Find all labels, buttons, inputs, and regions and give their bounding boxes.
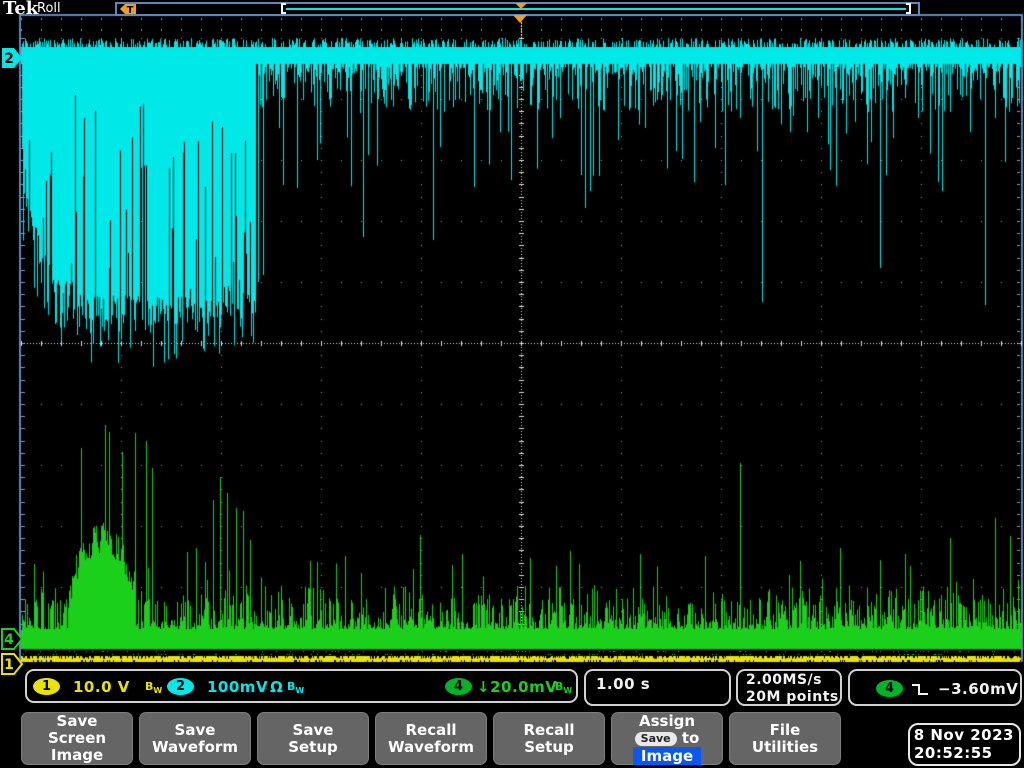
sample-rate: 2.00MS/s	[746, 672, 823, 688]
datetime-box: 8 Nov 2023 20:52:55	[908, 723, 1021, 766]
acquisition-mode-label: Roll	[37, 1, 61, 16]
svg-text:2: 2	[4, 51, 14, 67]
channel4-bandwidth-icon: BW	[555, 680, 573, 696]
trigger-box[interactable]: 4 −3.60mV	[848, 669, 1022, 706]
menu-button-recall-waveform[interactable]: Recall Waveform	[375, 712, 487, 765]
falling-edge-icon	[912, 684, 928, 695]
assign-target-highlight: Image	[632, 746, 702, 765]
record-window-line	[286, 8, 906, 10]
record-view-bar[interactable]: T	[115, 2, 920, 16]
time-label: 20:52:55	[914, 744, 993, 762]
oscilloscope-screen: Tek Roll T 2 4 1 1 10.0 V BW 2 100mV Ω B…	[0, 0, 1024, 768]
acquisition-box[interactable]: 2.00MS/s 20M points	[736, 669, 842, 706]
channel-readouts-box: 1 10.0 V BW 2 100mV Ω BW 4 ↓20.0mV BW	[25, 669, 578, 703]
menu-button-file-utilities[interactable]: File Utilities	[729, 712, 841, 765]
date-label: 8 Nov 2023	[913, 726, 1014, 744]
timebase-value: 1.00 s	[596, 675, 651, 693]
channel1-bandwidth-icon: BW	[145, 680, 163, 696]
channel2-badge[interactable]: 2	[167, 678, 194, 695]
record-window-right-bracket[interactable]	[906, 3, 911, 14]
channel4-badge[interactable]: 4	[445, 678, 472, 695]
channel2-bandwidth-icon: BW	[287, 680, 305, 696]
waveform-display	[0, 0, 1024, 768]
trigger-t-letter: T	[127, 5, 134, 14]
trigger-t-flag-icon: T	[120, 4, 136, 14]
trigger-source-badge: 4	[876, 680, 903, 697]
svg-text:4: 4	[4, 632, 14, 648]
save-pill-badge: Save	[634, 731, 677, 746]
channel2-scale: 100mV	[207, 678, 269, 696]
menu-button-save-setup[interactable]: Save Setup	[257, 712, 369, 765]
channel2-impedance: Ω	[270, 678, 284, 696]
expansion-point-icon	[515, 3, 527, 9]
channel1-scale: 10.0 V	[73, 678, 130, 696]
timebase-box[interactable]: 1.00 s	[584, 669, 731, 706]
tek-logo: Tek	[3, 0, 39, 19]
menu-button-save-waveform[interactable]: Save Waveform	[139, 712, 251, 765]
menu-button-recall-setup[interactable]: Recall Setup	[493, 712, 605, 765]
channel1-badge[interactable]: 1	[33, 678, 60, 695]
trigger-position-icon	[513, 15, 527, 23]
channel2-marker[interactable]: 2	[1, 47, 23, 69]
menu-button-save-screen-image[interactable]: Save Screen Image	[21, 712, 133, 765]
channel4-marker[interactable]: 4	[1, 628, 23, 650]
trigger-level: −3.60mV	[938, 680, 1019, 698]
svg-text:1: 1	[4, 657, 14, 673]
channel1-marker[interactable]: 1	[1, 653, 23, 675]
channel4-scale: ↓20.0mV	[477, 678, 558, 696]
menu-button-assign-save-to-image[interactable]: Assign Save to Image	[611, 712, 723, 765]
record-length: 20M points	[746, 689, 839, 705]
channel4-offset-arrow: ↓	[477, 678, 491, 696]
